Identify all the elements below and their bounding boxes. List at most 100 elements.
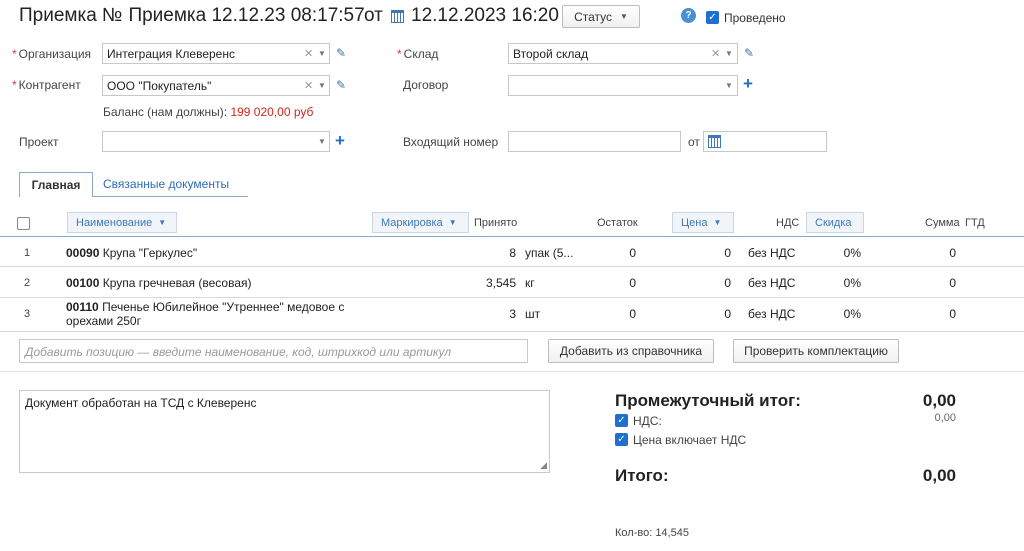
price[interactable]: 0 (695, 307, 731, 321)
comment-text: Документ обработан на ТСД с Клеверенс (25, 396, 257, 410)
add-contract-icon[interactable]: + (743, 75, 753, 92)
chevron-down-icon: ▼ (713, 218, 722, 227)
help-icon[interactable]: ? (681, 8, 696, 23)
status-button[interactable]: Статус ▼ (562, 5, 640, 28)
incoming-date-field[interactable] (703, 131, 827, 152)
required-mark: * (397, 47, 402, 61)
product-name[interactable]: 00110 Печенье Юбилейное "Утреннее" медов… (66, 300, 344, 328)
organization-label: * Организация (12, 47, 92, 61)
tab-linked-documents[interactable]: Связанные документы (103, 177, 229, 191)
title-prefix: Приемка № (19, 5, 123, 26)
chevron-down-icon[interactable]: ▼ (725, 49, 733, 58)
project-field[interactable] (102, 131, 330, 152)
calendar-icon[interactable] (708, 135, 721, 148)
required-mark: * (12, 78, 17, 92)
column-name-header[interactable]: Наименование ▼ (67, 212, 177, 233)
accepted-qty[interactable]: 3 (480, 307, 516, 321)
product-name[interactable]: 00090 Крупа "Геркулес" (66, 246, 197, 260)
resize-handle-icon[interactable]: ◢ (540, 460, 547, 471)
accepted-qty[interactable]: 8 (480, 246, 516, 260)
accepted-qty[interactable]: 3,545 (470, 276, 516, 290)
column-discount-header[interactable]: Скидка (806, 212, 864, 233)
incoming-number-field[interactable] (508, 131, 681, 152)
product-code: 00110 (66, 300, 99, 314)
status-button-label: Статус (574, 9, 612, 24)
column-remainder-header: Остаток (597, 217, 638, 229)
price[interactable]: 0 (695, 246, 731, 260)
price-incl-vat-checkbox[interactable]: ✓ (615, 433, 628, 446)
incoming-from-label: от (688, 135, 700, 149)
vat[interactable]: без НДС (748, 276, 795, 290)
balance-info: Баланс (нам должны): 199 020,00 руб (103, 105, 313, 119)
add-project-icon[interactable]: + (335, 132, 345, 149)
select-all-checkbox[interactable] (17, 217, 30, 230)
column-gtd-header: ГТД (965, 217, 985, 229)
add-from-catalog-button[interactable]: Добавить из справочника (548, 339, 714, 363)
remainder: 0 (629, 276, 636, 290)
remainder: 0 (629, 246, 636, 260)
vat[interactable]: без НДС (748, 307, 795, 321)
contract-field[interactable] (508, 75, 738, 96)
column-accepted-header: Принято (474, 217, 518, 229)
chevron-down-icon: ▼ (448, 218, 457, 227)
row-number: 3 (24, 308, 31, 320)
document-date[interactable]: 12.12.2023 16:20 (411, 5, 559, 27)
vat-label: НДС: (633, 414, 662, 428)
row-number: 1 (24, 247, 31, 259)
posted-checkbox[interactable]: ✓ (706, 11, 719, 24)
date-from-label: от (364, 5, 383, 26)
section-divider (0, 371, 1024, 372)
clear-icon[interactable]: ✕ (304, 47, 313, 60)
product-code: 00090 (66, 246, 100, 260)
warehouse-value: Второй склад (513, 47, 589, 61)
subtotal-label: Промежуточный итог: (615, 391, 801, 410)
counterparty-field[interactable]: ООО "Покупатель" (102, 75, 330, 96)
vat-checkbox[interactable]: ✓ (615, 414, 628, 427)
sum: 0 (949, 276, 956, 290)
chevron-down-icon: ▼ (620, 12, 628, 21)
row-divider (0, 331, 1024, 332)
discount[interactable]: 0% (824, 276, 861, 290)
counterparty-value: ООО "Покупатель" (107, 79, 212, 93)
unit[interactable]: шт (525, 307, 540, 321)
organization-field[interactable]: Интеграция Клеверенс (102, 43, 330, 64)
pencil-icon[interactable]: ✎ (336, 46, 346, 60)
incoming-number-label: Входящий номер (403, 135, 499, 149)
pencil-icon[interactable]: ✎ (744, 46, 754, 60)
remainder: 0 (629, 307, 636, 321)
unit[interactable]: упак (5... (525, 246, 573, 260)
quantity-total: Кол-во: 14,545 (615, 527, 689, 539)
clear-icon[interactable]: ✕ (711, 47, 720, 60)
discount[interactable]: 0% (824, 307, 861, 321)
counterparty-label: * Контрагент (12, 78, 81, 92)
warehouse-field[interactable]: Второй склад (508, 43, 738, 64)
chevron-down-icon[interactable]: ▼ (318, 49, 326, 58)
sum: 0 (949, 246, 956, 260)
unit[interactable]: кг (525, 276, 535, 290)
column-vat-header: НДС (776, 217, 800, 229)
tab-main[interactable]: Главная (19, 172, 93, 197)
chevron-down-icon[interactable]: ▼ (318, 137, 326, 146)
total-label: Итого: (615, 466, 669, 485)
column-marking-header[interactable]: Маркировка ▼ (372, 212, 469, 233)
chevron-down-icon[interactable]: ▼ (725, 81, 733, 90)
chevron-down-icon: ▼ (158, 218, 167, 227)
pencil-icon[interactable]: ✎ (336, 78, 346, 92)
chevron-down-icon[interactable]: ▼ (318, 81, 326, 90)
warehouse-label: * Склад (397, 47, 439, 61)
discount[interactable]: 0% (824, 246, 861, 260)
document-number[interactable]: Приемка 12.12.23 08:17:57 (128, 5, 364, 26)
calendar-icon[interactable] (391, 10, 404, 23)
clear-icon[interactable]: ✕ (304, 79, 313, 92)
comment-textarea[interactable]: Документ обработан на ТСД с Клеверенс ◢ (19, 390, 550, 473)
project-label: Проект (19, 135, 59, 149)
vat[interactable]: без НДС (748, 246, 795, 260)
check-kit-button[interactable]: Проверить комплектацию (733, 339, 899, 363)
balance-value: 199 020,00 руб (230, 105, 314, 119)
product-name[interactable]: 00100 Крупа гречневая (весовая) (66, 276, 252, 290)
contract-label: Договор (403, 78, 449, 92)
column-price-header[interactable]: Цена ▼ (672, 212, 734, 233)
row-number: 2 (24, 277, 31, 289)
add-position-input[interactable]: Добавить позицию — введите наименование,… (19, 339, 528, 363)
price[interactable]: 0 (695, 276, 731, 290)
